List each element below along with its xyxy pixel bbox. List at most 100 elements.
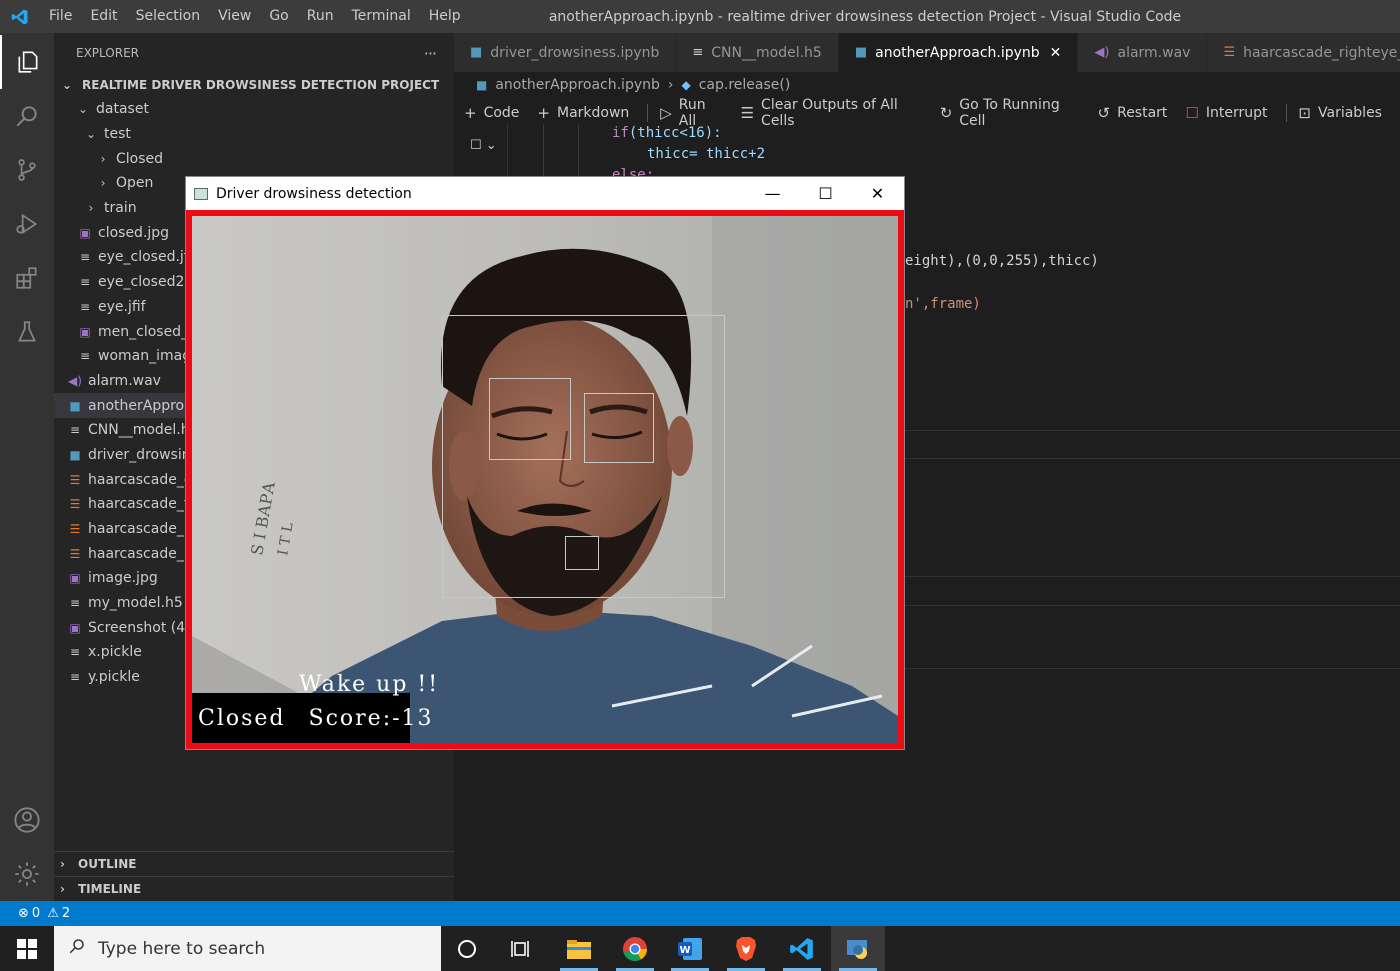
code-line[interactable]: n',frame): [905, 296, 981, 312]
interrupt-label: Interrupt: [1205, 105, 1268, 121]
brave-icon[interactable]: [719, 926, 773, 971]
warning-count: 2: [61, 906, 71, 921]
variables-button[interactable]: ⊡ Variables: [1298, 104, 1382, 122]
add-code-button[interactable]: + Code: [464, 104, 519, 122]
file-explorer-icon[interactable]: [552, 926, 606, 971]
image-icon: ▣: [69, 571, 81, 586]
settings-gear-icon[interactable]: [0, 847, 54, 901]
menu-edit[interactable]: Edit: [81, 0, 126, 33]
close-tab-icon[interactable]: ✕: [1050, 45, 1062, 61]
file-icon: ≡: [69, 645, 81, 660]
indent-guide: [578, 124, 579, 176]
wake-up-alert: Wake up !!: [299, 672, 440, 697]
chevron-right-icon: ›: [667, 77, 674, 93]
code-line[interactable]: if(thicc<16):: [612, 125, 722, 141]
vscode-taskbar-icon[interactable]: [775, 926, 829, 971]
tree-item-label: image.jpg: [88, 570, 158, 587]
file-icon: ≡: [692, 45, 704, 60]
search-icon[interactable]: [0, 89, 54, 143]
tree-item[interactable]: › Closed: [54, 146, 454, 171]
tree-item[interactable]: ⌄ test: [54, 122, 454, 147]
editor-tab[interactable]: ◀) alarm.wav: [1078, 33, 1208, 72]
right-eye-detection-box: [584, 393, 654, 463]
add-markdown-label: Markdown: [557, 105, 630, 121]
explorer-icon[interactable]: [0, 35, 54, 89]
menu-help[interactable]: Help: [420, 0, 470, 33]
clear-all-icon: ☰: [740, 104, 755, 122]
maximize-icon[interactable]: ☐: [799, 177, 852, 210]
cortana-icon[interactable]: [440, 926, 494, 971]
problems-indicator[interactable]: ⊗ 0 ⚠ 2: [18, 906, 70, 921]
menu-selection[interactable]: Selection: [127, 0, 210, 33]
cell-collapse-icon[interactable]: ☐ ⌄: [470, 138, 497, 153]
outline-section[interactable]: › OUTLINE: [54, 851, 454, 876]
python-app-icon[interactable]: [831, 926, 885, 971]
opencv-window-title: Driver drowsiness detection: [216, 185, 412, 202]
editor-tab[interactable]: ≡ CNN__model.h5: [676, 33, 839, 72]
svg-text:W: W: [679, 945, 690, 956]
clear-outputs-button[interactable]: ☰ Clear Outputs of All Cells: [741, 97, 922, 129]
taskbar-search-input[interactable]: Type here to search: [54, 926, 441, 971]
file-icon: ≡: [69, 596, 81, 611]
notebook-icon: ■: [476, 78, 488, 92]
testing-icon[interactable]: [0, 305, 54, 359]
image-icon: ▣: [69, 620, 81, 635]
error-icon: ⊗: [18, 906, 29, 921]
restart-label: Restart: [1117, 105, 1168, 121]
status-bar: ⊗ 0 ⚠ 2: [0, 901, 1400, 926]
close-icon[interactable]: ✕: [851, 177, 904, 210]
interrupt-button[interactable]: ☐ Interrupt: [1185, 104, 1267, 122]
menu-terminal[interactable]: Terminal: [343, 0, 420, 33]
menu-go[interactable]: Go: [260, 0, 297, 33]
menu-run[interactable]: Run: [298, 0, 343, 33]
cell-divider: [905, 458, 1400, 459]
editor-tab[interactable]: ■ driver_drowsiness.ipynb: [454, 33, 677, 72]
explorer-header: EXPLORER: [76, 46, 139, 60]
timeline-section[interactable]: › TIMELINE: [54, 876, 454, 901]
source-control-icon[interactable]: [0, 143, 54, 197]
editor-tab[interactable]: ☰ haarcascade_righteye_2sp: [1207, 33, 1400, 72]
goto-running-label: Go To Running Cell: [959, 97, 1060, 129]
plus-icon: +: [464, 104, 477, 122]
tab-label: haarcascade_righteye_2sp: [1243, 44, 1400, 61]
add-markdown-button[interactable]: + Markdown: [537, 104, 629, 122]
breadcrumb: ■ anotherApproach.ipynb › ◆ cap.release(…: [454, 72, 1400, 98]
play-icon: ▷: [660, 104, 672, 122]
opencv-window[interactable]: Driver drowsiness detection — ☐ ✕ S I ВА…: [185, 176, 905, 750]
task-view-icon[interactable]: [494, 926, 548, 971]
symbol-icon: ◆: [681, 78, 691, 92]
code-line[interactable]: thicc= thicc+2: [647, 146, 765, 162]
chrome-icon[interactable]: [608, 926, 662, 971]
extensions-icon[interactable]: [0, 251, 54, 305]
windows-start-icon[interactable]: [0, 926, 54, 971]
project-title: REALTIME DRIVER DROWSINESS DETECTION PRO…: [82, 78, 440, 92]
editor-tab[interactable]: ■ anotherApproach.ipynb ✕: [838, 33, 1079, 72]
minimize-icon[interactable]: —: [746, 177, 799, 210]
account-icon[interactable]: [0, 793, 54, 847]
refresh-icon: ↻: [939, 104, 953, 122]
notebook-icon: ■: [69, 398, 81, 413]
cell-divider: [905, 605, 1400, 606]
goto-running-cell-button[interactable]: ↻ Go To Running Cell: [940, 97, 1080, 129]
variables-icon: ⊡: [1298, 104, 1311, 122]
code-line[interactable]: eight),(0,0,255),thicc): [905, 253, 1099, 269]
cell-divider: [905, 668, 1400, 669]
more-actions-icon[interactable]: ···: [424, 44, 437, 63]
word-icon[interactable]: W: [663, 926, 717, 971]
file-icon: ≡: [79, 250, 91, 265]
breadcrumb-file[interactable]: anotherApproach.ipynb: [495, 77, 660, 93]
menu-view[interactable]: View: [209, 0, 260, 33]
notebook-icon: ■: [69, 447, 81, 462]
restart-button[interactable]: ↺ Restart: [1098, 104, 1168, 122]
audio-icon: ◀): [1094, 45, 1110, 60]
outline-label: OUTLINE: [78, 857, 137, 871]
indent-guide: [543, 124, 544, 176]
project-folder[interactable]: ⌄ REALTIME DRIVER DROWSINESS DETECTION P…: [54, 73, 454, 97]
tree-item[interactable]: ⌄ dataset: [54, 97, 454, 122]
menu-file[interactable]: File: [40, 0, 81, 33]
tree-item-label: train: [104, 200, 137, 217]
window-app-icon: [194, 187, 208, 200]
breadcrumb-symbol[interactable]: cap.release(): [699, 77, 791, 93]
run-debug-icon[interactable]: [0, 197, 54, 251]
code-line[interactable]: else:: [612, 167, 654, 176]
